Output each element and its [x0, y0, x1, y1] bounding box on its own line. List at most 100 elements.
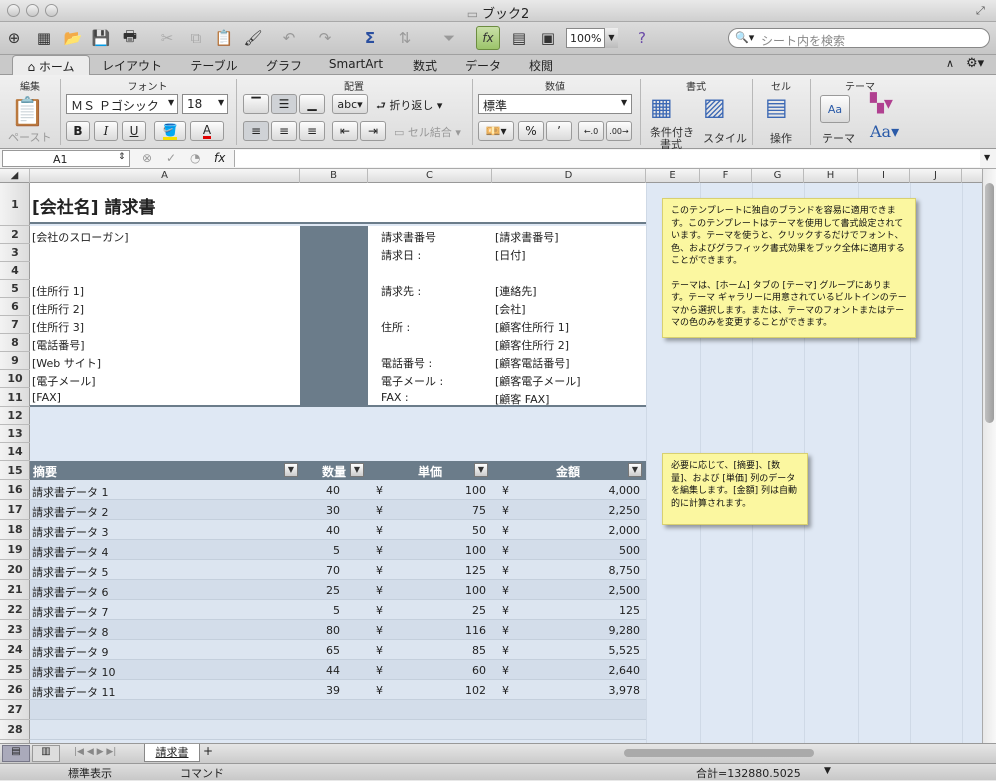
- row-header[interactable]: 21: [0, 580, 30, 600]
- tab-data[interactable]: データ: [452, 55, 514, 75]
- customer-value-cell[interactable]: [顧客電子メール]: [495, 373, 581, 389]
- unit-price-cell[interactable]: 25: [430, 604, 486, 617]
- table-row[interactable]: [30, 700, 646, 720]
- currency-symbol[interactable]: ¥: [376, 544, 383, 557]
- quantity-cell[interactable]: 80: [310, 624, 340, 637]
- company-info-cell[interactable]: [Web サイト]: [32, 355, 101, 371]
- company-info-cell[interactable]: [住所行 2]: [32, 301, 84, 317]
- style-button[interactable]: スタイル: [703, 130, 747, 146]
- vertical-scroll-thumb[interactable]: [985, 183, 994, 423]
- currency-symbol[interactable]: ¥: [376, 484, 383, 497]
- insert-function-button[interactable]: fx: [214, 151, 225, 165]
- select-all-corner[interactable]: ◢: [0, 169, 30, 183]
- company-info-cell[interactable]: [電子メール]: [32, 373, 96, 389]
- quantity-cell[interactable]: 40: [310, 484, 340, 497]
- theme-colors-icon[interactable]: ▚▾: [870, 93, 893, 114]
- quantity-cell[interactable]: 40: [310, 524, 340, 537]
- column-header[interactable]: D: [492, 169, 646, 183]
- currency-symbol[interactable]: ¥: [376, 584, 383, 597]
- formula-builder-icon[interactable]: fx: [476, 26, 500, 50]
- amount-cell[interactable]: 2,250: [570, 504, 641, 517]
- number-format-select[interactable]: 標準: [478, 94, 632, 114]
- column-header[interactable]: G: [752, 169, 804, 183]
- row-header[interactable]: 15: [0, 461, 30, 480]
- cancel-icon[interactable]: ⊗: [142, 151, 152, 165]
- currency-symbol[interactable]: ¥: [502, 644, 509, 657]
- column-header[interactable]: E: [646, 169, 700, 183]
- redo-icon[interactable]: ↷: [313, 26, 337, 50]
- row-header[interactable]: 14: [0, 443, 30, 461]
- row-header[interactable]: 1: [0, 183, 30, 226]
- column-header[interactable]: F: [700, 169, 752, 183]
- cut-icon[interactable]: ✂: [155, 26, 179, 50]
- customer-label-cell[interactable]: 電話番号 :: [381, 355, 432, 371]
- cell-ops-icon[interactable]: ▤: [765, 93, 788, 121]
- description-cell[interactable]: 請求書データ 3: [32, 524, 109, 540]
- customer-value-cell[interactable]: [日付]: [495, 247, 526, 263]
- operations-button[interactable]: 操作: [770, 130, 792, 146]
- currency-symbol[interactable]: ¥: [502, 544, 509, 557]
- gallery-icon[interactable]: ▤: [507, 26, 531, 50]
- amount-cell[interactable]: 3,978: [570, 684, 641, 697]
- header-description[interactable]: 摘要: [33, 463, 57, 480]
- print-icon[interactable]: 🖶: [118, 26, 142, 50]
- tab-formulas[interactable]: 数式: [400, 55, 450, 75]
- row-header[interactable]: 17: [0, 500, 30, 520]
- table-row[interactable]: [30, 720, 646, 740]
- sort-icon[interactable]: ⇅: [393, 26, 417, 50]
- customer-label-cell[interactable]: 電子メール :: [381, 373, 443, 389]
- quantity-cell[interactable]: 5: [310, 544, 340, 557]
- copy-icon[interactable]: ⧉: [184, 26, 208, 50]
- paste-button[interactable]: ペースト: [8, 129, 51, 145]
- row-header[interactable]: 26: [0, 680, 30, 700]
- percent-button[interactable]: %: [518, 121, 544, 141]
- row-header[interactable]: 20: [0, 560, 30, 580]
- sheet-tab-invoice[interactable]: 請求書: [144, 744, 200, 762]
- customer-label-cell[interactable]: FAX :: [381, 391, 409, 404]
- description-cell[interactable]: 請求書データ 8: [32, 624, 109, 640]
- amount-cell[interactable]: 9,280: [570, 624, 641, 637]
- row-header[interactable]: 7: [0, 316, 30, 334]
- column-header[interactable]: J: [910, 169, 962, 183]
- currency-symbol[interactable]: ¥: [376, 504, 383, 517]
- description-cell[interactable]: 請求書データ 4: [32, 544, 109, 560]
- row-header[interactable]: 12: [0, 407, 30, 425]
- theme-icon[interactable]: Aa: [820, 95, 850, 123]
- increase-indent-icon[interactable]: ⇥: [360, 121, 386, 141]
- row-header[interactable]: 10: [0, 370, 30, 388]
- customer-label-cell[interactable]: 住所 :: [381, 319, 410, 335]
- column-header[interactable]: A: [30, 169, 300, 183]
- decrease-indent-icon[interactable]: ⇤: [332, 121, 358, 141]
- unit-price-cell[interactable]: 100: [430, 584, 486, 597]
- theme-fonts-button[interactable]: Aa▾: [870, 122, 899, 141]
- currency-symbol[interactable]: ¥: [502, 664, 509, 677]
- row-header[interactable]: 23: [0, 620, 30, 640]
- currency-symbol[interactable]: ¥: [502, 584, 509, 597]
- description-cell[interactable]: 請求書データ 6: [32, 584, 109, 600]
- currency-symbol[interactable]: ¥: [376, 684, 383, 697]
- align-top-icon[interactable]: ▔: [243, 94, 269, 114]
- horizontal-scroll-thumb[interactable]: [624, 749, 814, 757]
- header-amount[interactable]: 金額: [556, 463, 580, 480]
- style-icon[interactable]: ▨: [703, 93, 726, 121]
- align-center-icon[interactable]: ≡: [271, 121, 297, 141]
- company-info-cell[interactable]: [住所行 1]: [32, 283, 84, 299]
- bold-button[interactable]: B: [66, 121, 90, 141]
- paste-icon[interactable]: 📋: [212, 26, 236, 50]
- amount-cell[interactable]: 4,000: [570, 484, 641, 497]
- currency-symbol[interactable]: ¥: [376, 664, 383, 677]
- tab-home[interactable]: ⌂ ホーム: [12, 55, 90, 75]
- customer-value-cell[interactable]: [会社]: [495, 301, 526, 317]
- currency-symbol[interactable]: ¥: [376, 564, 383, 577]
- underline-button[interactable]: U: [122, 121, 146, 141]
- customer-label-cell[interactable]: 請求日 :: [381, 247, 421, 263]
- row-header[interactable]: 9: [0, 352, 30, 370]
- save-icon[interactable]: 💾: [89, 26, 113, 50]
- tab-review[interactable]: 校閲: [516, 55, 566, 75]
- align-right-icon[interactable]: ≡: [299, 121, 325, 141]
- description-cell[interactable]: 請求書データ 2: [32, 504, 109, 520]
- currency-symbol[interactable]: ¥: [502, 604, 509, 617]
- theme-button[interactable]: テーマ: [822, 130, 855, 146]
- format-painter-icon[interactable]: 🖌: [241, 26, 265, 50]
- text-orientation-button[interactable]: abc ▾: [332, 94, 368, 114]
